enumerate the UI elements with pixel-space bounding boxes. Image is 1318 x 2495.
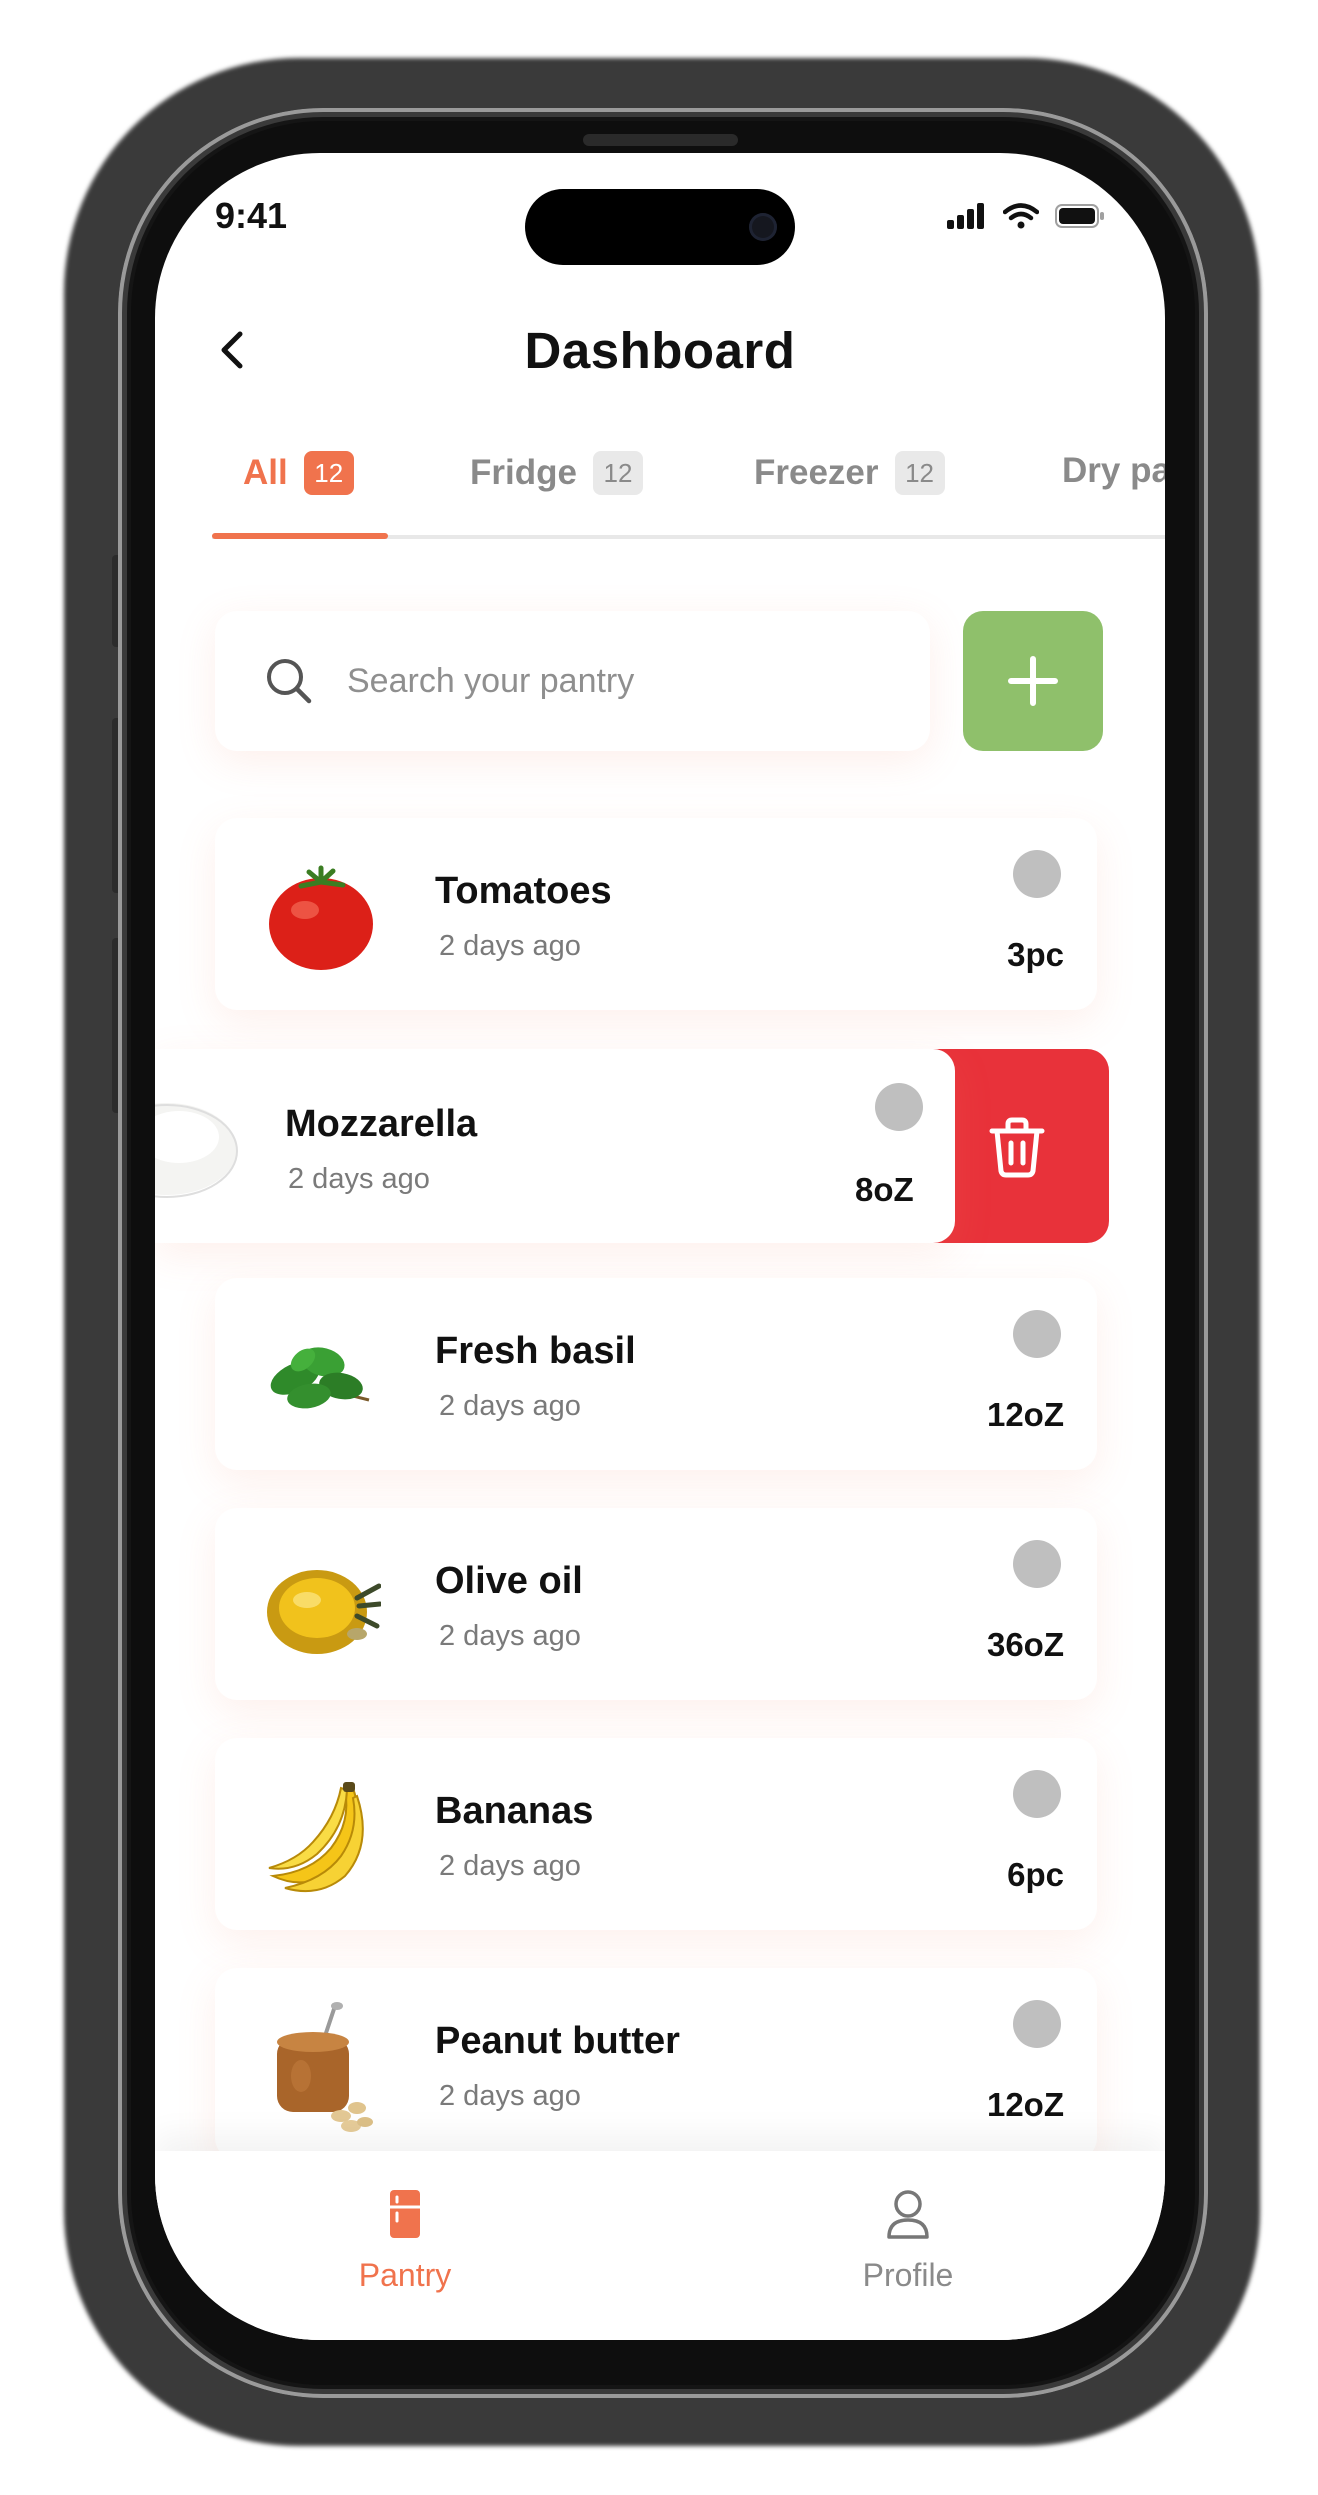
dynamic-island — [525, 189, 795, 265]
pantry-item[interactable]: Tomatoes 2 days ago 3pc — [215, 818, 1097, 1010]
item-added-time: 2 days ago — [439, 930, 581, 962]
item-select-toggle[interactable] — [1013, 2000, 1061, 2048]
pantry-item[interactable]: Olive oil 2 days ago 36oZ — [215, 1508, 1097, 1700]
item-name: Bananas — [435, 1790, 594, 1832]
item-added-time: 2 days ago — [439, 1620, 581, 1652]
tab-label: Freezer — [754, 453, 879, 492]
page-title: Dashboard — [524, 322, 796, 379]
tab-count-badge: 12 — [303, 451, 354, 495]
status-time: 9:41 — [215, 195, 288, 236]
item-select-toggle[interactable] — [1013, 850, 1061, 898]
pantry-item[interactable]: Mozzarella 2 days ago 8oZ — [155, 1049, 955, 1243]
item-quantity: 6pc — [1007, 1856, 1064, 1893]
active-tab-indicator — [212, 533, 388, 539]
search-placeholder: Search your pantry — [347, 661, 635, 700]
tab-count-badge: 12 — [592, 451, 643, 495]
pantry-item[interactable]: Fresh basil 2 days ago 12oZ — [215, 1278, 1097, 1470]
status-icons — [947, 203, 1105, 229]
banana-icon — [268, 1782, 364, 1893]
tab-label: Dry pa — [1062, 451, 1165, 490]
pantry-item[interactable]: Bananas 2 days ago 6pc — [215, 1738, 1097, 1930]
add-item-button[interactable] — [963, 611, 1103, 751]
peanut-butter-icon — [277, 2002, 373, 2132]
battery-icon — [1055, 204, 1104, 228]
item-select-toggle[interactable] — [1013, 1540, 1061, 1588]
olive-oil-icon — [267, 1570, 381, 1654]
fridge-icon — [390, 2190, 420, 2238]
phone-speaker — [583, 134, 738, 146]
item-quantity: 12oZ — [986, 1396, 1064, 1433]
tab-all[interactable]: All 12 — [243, 451, 354, 495]
item-select-toggle[interactable] — [875, 1083, 923, 1131]
app-screen: 9:41 Dashboard All 12 Fridge 12 Freezer … — [155, 153, 1165, 2340]
item-name: Tomatoes — [435, 870, 612, 912]
pantry-item[interactable]: Peanut butter 2 days ago 12oZ — [215, 1968, 1097, 2160]
pantry-item-swiped[interactable]: Mozzarella 2 days ago 8oZ — [155, 1049, 1109, 1243]
tab-fridge[interactable]: Fridge 12 — [470, 451, 643, 495]
wifi-icon — [1003, 203, 1039, 229]
trash-icon — [989, 1117, 1045, 1178]
item-name: Olive oil — [435, 1560, 583, 1602]
item-quantity: 12oZ — [986, 2086, 1064, 2123]
cellular-signal-icon — [947, 203, 984, 229]
item-name: Peanut butter — [435, 2020, 680, 2062]
item-name: Mozzarella — [285, 1103, 478, 1145]
tab-count-badge: 12 — [894, 451, 945, 495]
item-added-time: 2 days ago — [439, 1390, 581, 1422]
item-added-time: 2 days ago — [439, 2080, 581, 2112]
tab-label: All — [243, 453, 288, 492]
nav-pantry[interactable]: Pantry — [305, 2185, 505, 2294]
item-quantity: 36oZ — [986, 1626, 1064, 1663]
front-camera-icon — [749, 213, 777, 241]
bottom-navigation: Pantry Profile — [155, 2151, 1165, 2340]
tomato-icon — [269, 865, 373, 970]
item-added-time: 2 days ago — [288, 1163, 430, 1195]
search-icon — [263, 655, 315, 707]
item-name: Fresh basil — [435, 1330, 636, 1372]
nav-profile[interactable]: Profile — [808, 2185, 1008, 2294]
item-quantity: 8oZ — [855, 1171, 914, 1208]
item-select-toggle[interactable] — [1013, 1770, 1061, 1818]
item-added-time: 2 days ago — [439, 1850, 581, 1882]
user-icon — [887, 2190, 929, 2239]
nav-label: Profile — [862, 2257, 954, 2293]
nav-label: Pantry — [358, 2257, 452, 2293]
item-select-toggle[interactable] — [1013, 1310, 1061, 1358]
basil-icon — [270, 1347, 370, 1409]
search-input[interactable]: Search your pantry — [215, 611, 930, 751]
mozzarella-icon — [155, 1103, 238, 1198]
item-quantity: 3pc — [1007, 936, 1064, 973]
tab-dry-pantry[interactable]: Dry pa — [1062, 451, 1165, 491]
plus-icon — [1008, 656, 1058, 706]
tab-label: Fridge — [470, 453, 577, 492]
tab-freezer[interactable]: Freezer 12 — [754, 451, 945, 495]
